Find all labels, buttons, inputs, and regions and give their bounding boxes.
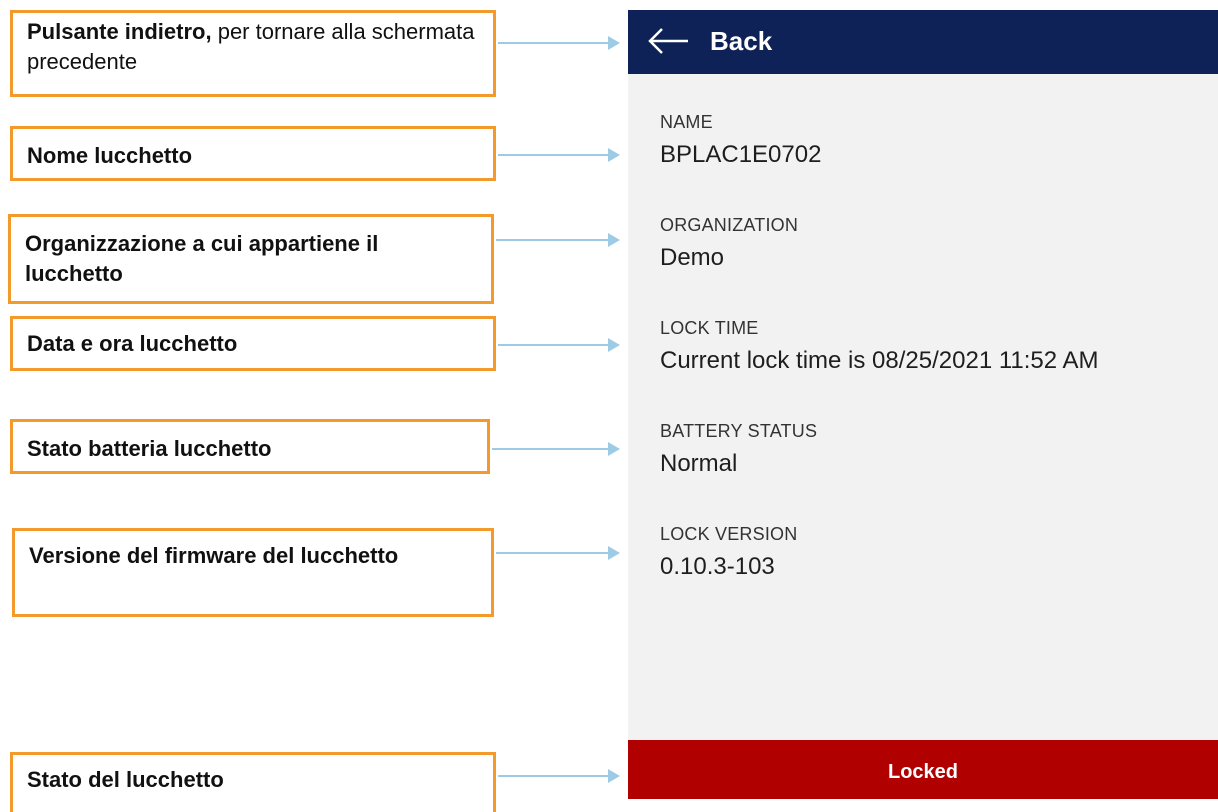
field-label: LOCK VERSION <box>660 524 798 544</box>
lock-details-screen: Back NAME BPLAC1E0702 ORGANIZATION Demo … <box>628 10 1218 799</box>
callout-organization: Organizzazione a cui appartiene il lucch… <box>8 214 494 304</box>
callout-back-button: Pulsante indietro, per tornare alla sche… <box>10 10 496 97</box>
arrow-connector <box>498 338 620 352</box>
field-value: BPLAC1E0702 <box>660 141 822 168</box>
lock-version-field: LOCK VERSION 0.10.3-103 <box>660 524 797 581</box>
field-value: Demo <box>660 244 725 271</box>
lock-status-bar[interactable]: Locked <box>628 740 1218 799</box>
organization-field: ORGANIZATION Demo <box>660 215 798 272</box>
field-label: LOCK TIME <box>660 318 759 338</box>
field-label: ORGANIZATION <box>660 215 799 235</box>
callout-bold-text: Versione del firmware del lucchetto <box>29 543 399 568</box>
arrow-left-icon[interactable] <box>646 24 692 58</box>
arrow-connector <box>498 148 620 162</box>
field-value: 0.10.3-103 <box>660 553 775 580</box>
callout-battery-status: Stato batteria lucchetto <box>10 419 490 474</box>
field-value: Normal <box>660 450 738 477</box>
app-bar: Back <box>628 10 1218 74</box>
arrow-connector <box>496 233 620 247</box>
arrow-connector <box>496 546 620 560</box>
callout-bold-text: Organizzazione a cui appartiene il lucch… <box>25 231 379 286</box>
field-value: Current lock time is 08/25/2021 11:52 AM <box>660 347 1099 374</box>
lock-time-field: LOCK TIME Current lock time is 08/25/202… <box>660 318 1098 375</box>
callout-firmware-version: Versione del firmware del lucchetto <box>12 528 494 617</box>
arrow-connector <box>492 442 620 456</box>
callout-lock-name: Nome lucchetto <box>10 126 496 181</box>
callout-bold-text: Nome lucchetto <box>27 143 193 168</box>
field-label: NAME <box>660 112 713 132</box>
callout-bold-text: Data e ora lucchetto <box>27 331 238 356</box>
battery-status-field: BATTERY STATUS Normal <box>660 421 817 478</box>
back-button[interactable]: Back <box>710 26 772 57</box>
callout-lock-status: Stato del lucchetto <box>10 752 496 812</box>
callout-lock-time: Data e ora lucchetto <box>10 316 496 371</box>
field-label: BATTERY STATUS <box>660 421 818 441</box>
callout-bold-text: Stato del lucchetto <box>27 767 224 792</box>
callout-bold-text: Stato batteria lucchetto <box>27 436 272 461</box>
arrow-connector <box>498 769 620 783</box>
callout-bold-text: Pulsante indietro, <box>27 19 212 44</box>
arrow-connector <box>498 36 620 50</box>
name-field: NAME BPLAC1E0702 <box>660 112 821 169</box>
